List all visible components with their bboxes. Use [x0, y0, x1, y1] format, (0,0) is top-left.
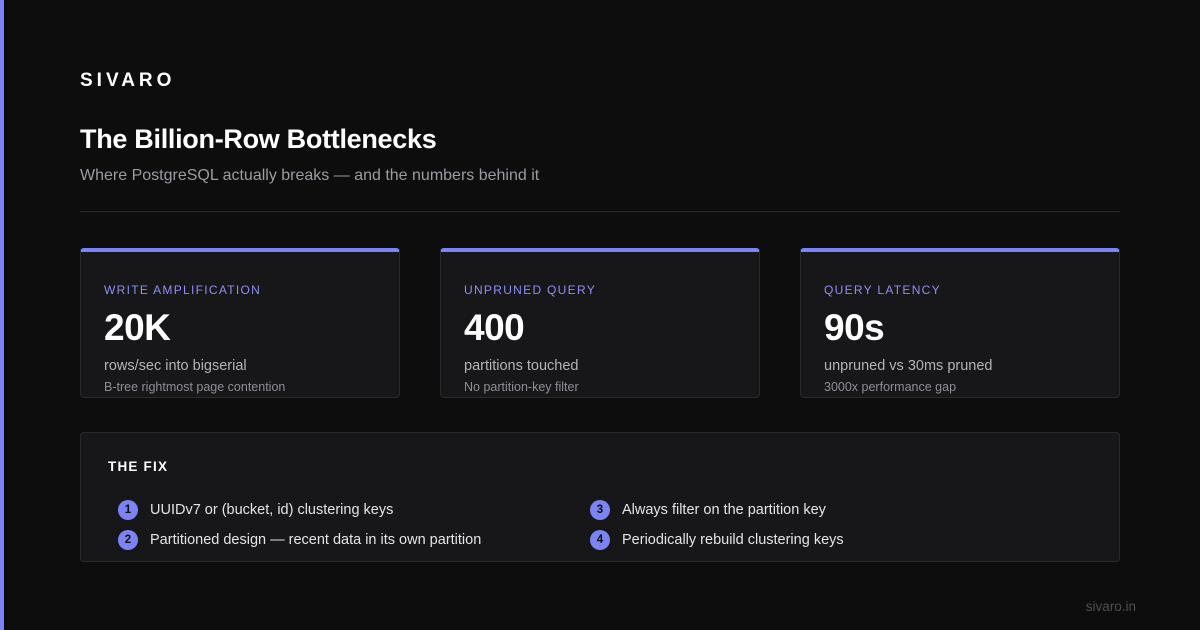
page-title: The Billion-Row Bottlenecks	[80, 124, 437, 154]
stat-card-description: rows/sec into bigserial	[104, 358, 247, 374]
brand-logo: SIVARO	[80, 70, 176, 91]
fix-item-3: 3 Always filter on the partition key	[590, 500, 826, 520]
stat-card-unpruned-query: UNPRUNED QUERY 400 partitions touched No…	[440, 248, 760, 398]
fix-item-4: 4 Periodically rebuild clustering keys	[590, 530, 844, 550]
footer-url: sivaro.in	[1085, 599, 1136, 614]
fix-item-text: UUIDv7 or (bucket, id) clustering keys	[150, 502, 394, 518]
stat-card-label: UNPRUNED QUERY	[464, 283, 596, 297]
fix-panel: THE FIX 1 UUIDv7 or (bucket, id) cluster…	[80, 432, 1120, 562]
stat-card-note: 3000x performance gap	[824, 380, 957, 394]
stat-card-value: 90s	[824, 307, 885, 348]
stat-card-label: WRITE AMPLIFICATION	[104, 283, 262, 297]
header-divider	[80, 211, 1120, 212]
stat-card-note: B-tree rightmost page contention	[104, 380, 286, 394]
stat-card-write-amplification: WRITE AMPLIFICATION 20K rows/sec into bi…	[80, 248, 400, 398]
fix-item-text: Always filter on the partition key	[622, 502, 826, 518]
stat-card-note: No partition-key filter	[464, 380, 579, 394]
fix-panel-title: THE FIX	[108, 459, 169, 474]
fix-item-text: Partitioned design — recent data in its …	[150, 532, 482, 548]
stat-card-query-latency: QUERY LATENCY 90s unpruned vs 30ms prune…	[800, 248, 1120, 398]
number-badge: 2	[118, 530, 138, 550]
number-badge: 3	[590, 500, 610, 520]
stat-card-label: QUERY LATENCY	[824, 283, 941, 297]
number-badge: 4	[590, 530, 610, 550]
fix-item-text: Periodically rebuild clustering keys	[622, 532, 844, 548]
stat-card-value: 20K	[104, 307, 171, 348]
number-badge: 1	[118, 500, 138, 520]
stat-card-value: 400	[464, 307, 525, 348]
stat-card-description: partitions touched	[464, 358, 579, 374]
page-subtitle: Where PostgreSQL actually breaks — and t…	[80, 167, 540, 184]
fix-item-2: 2 Partitioned design — recent data in it…	[118, 530, 481, 550]
fix-item-1: 1 UUIDv7 or (bucket, id) clustering keys	[118, 500, 393, 520]
stat-card-description: unpruned vs 30ms pruned	[824, 358, 993, 374]
left-accent-bar	[0, 0, 4, 630]
